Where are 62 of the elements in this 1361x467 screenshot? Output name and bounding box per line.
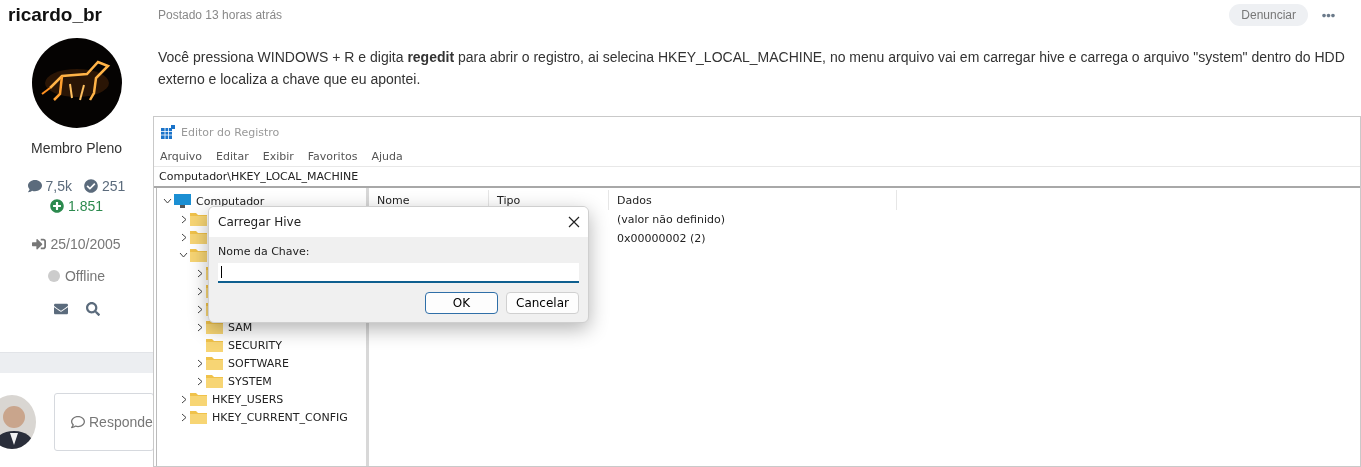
username[interactable]: ricardo_br — [8, 4, 102, 26]
solution-count: 251 — [84, 178, 126, 194]
chevron-right-icon[interactable] — [196, 358, 203, 368]
computer-icon — [174, 193, 191, 209]
speech-bubble-icon — [27, 179, 42, 193]
tree-item[interactable]: HKEY_USERS — [212, 392, 284, 406]
table-cell-text: (valor não definido) — [616, 213, 726, 226]
tree-item[interactable]: SOFTWARE — [228, 356, 289, 370]
speech-bubble-icon — [71, 415, 85, 429]
tree-item[interactable]: SAM — [228, 320, 253, 334]
menu-item[interactable]: Favoritos — [307, 150, 358, 163]
menu-item[interactable]: Editar — [216, 150, 249, 163]
status-text: Offline — [64, 268, 106, 284]
sign-in-icon — [32, 237, 47, 251]
chevron-right-icon[interactable] — [180, 232, 187, 242]
tree-item[interactable]: Computador — [196, 194, 265, 208]
post-text: Você pressiona WINDOWS + R e digita regedit para abrir o registro, ai selecina HKEY_LOCAL_MACHINE, no menu arquivo vai em carregar hive e carrega o arquivo "system" dentro do HDD externo e localiza a chave que eu apontei. — [158, 48, 1346, 89]
menu-item[interactable]: Exibir — [262, 150, 294, 163]
post-count: 7,5k — [27, 178, 73, 194]
chevron-right-icon[interactable] — [196, 286, 203, 296]
chevron-down-icon[interactable] — [163, 198, 172, 204]
address-bar[interactable]: Computador\HKEY_LOCAL_MACHINE — [154, 166, 1360, 188]
folder-icon — [190, 230, 207, 244]
chevron-right-icon[interactable] — [180, 214, 187, 224]
tree-item[interactable]: SECURITY — [228, 338, 282, 352]
table-cell-text: 0x00000002 (2) — [616, 232, 707, 245]
chevron-down-icon[interactable] — [179, 252, 188, 258]
ok-button[interactable]: OK — [425, 292, 498, 314]
join-date: 25/10/2005 — [32, 236, 121, 252]
folder-icon — [190, 392, 207, 406]
menu-item[interactable]: Arquivo — [160, 150, 203, 163]
folder-icon — [190, 248, 207, 262]
member-rank: Membro Pleno — [30, 140, 122, 156]
window-title: Editor do Registro — [181, 125, 280, 139]
chevron-right-icon[interactable] — [196, 376, 203, 386]
reply-box[interactable]: Responde — [54, 393, 154, 451]
reply-prompt: Responde — [89, 414, 153, 430]
search-icon[interactable] — [85, 302, 100, 316]
chevron-right-icon[interactable] — [196, 268, 203, 278]
chevron-right-icon[interactable] — [180, 394, 187, 404]
folder-icon — [206, 356, 223, 370]
column-header[interactable]: Dados — [609, 190, 897, 210]
tree-item[interactable]: HKEY_CURRENT_CONFIG — [212, 410, 348, 424]
envelope-icon[interactable] — [53, 302, 68, 316]
registry-icon — [161, 125, 175, 139]
input-field[interactable] — [218, 263, 579, 283]
chevron-right-icon[interactable] — [180, 412, 187, 422]
menu-item[interactable]: Ajuda — [371, 150, 403, 163]
chevron-right-icon[interactable] — [196, 322, 203, 332]
close-icon[interactable] — [568, 216, 580, 228]
cancel-button[interactable]: Cancelar — [506, 292, 579, 314]
tree-item[interactable]: SYSTEM — [228, 374, 272, 388]
dialog-title: Carregar Hive — [218, 215, 302, 229]
folder-icon — [206, 338, 223, 352]
chevron-right-icon[interactable] — [196, 304, 203, 314]
field-label: Nome da Chave: — [218, 245, 311, 258]
folder-icon — [190, 212, 207, 226]
reputation: 1.851 — [49, 198, 103, 214]
report-button[interactable]: Denunciar — [1229, 4, 1308, 26]
post-date: Postado 13 horas atrás — [158, 8, 284, 22]
folder-icon — [190, 410, 207, 424]
folder-icon — [206, 374, 223, 388]
